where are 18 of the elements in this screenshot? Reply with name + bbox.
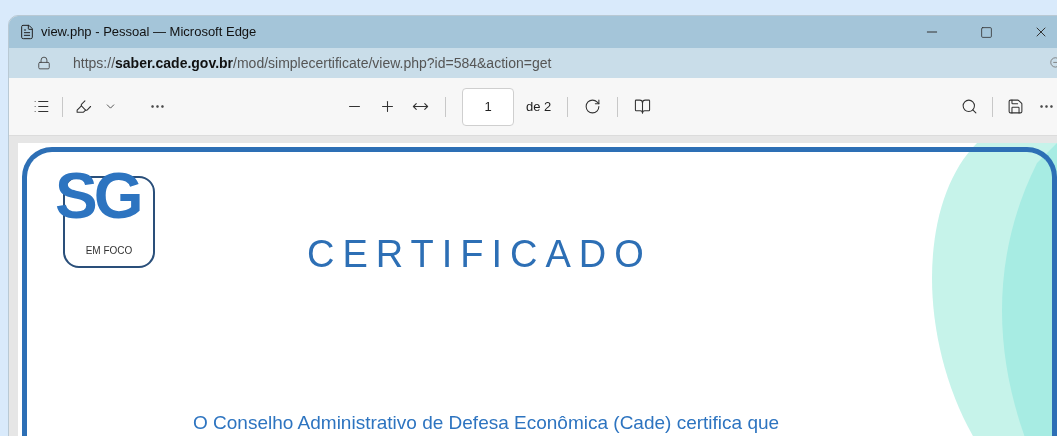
save-icon[interactable] bbox=[1007, 98, 1024, 115]
maximize-button[interactable] bbox=[980, 25, 993, 39]
address-bar[interactable]: https://saber.cade.gov.br/mod/simplecertificate/view.php?id=584&action=get bbox=[9, 48, 1057, 78]
page-number-field[interactable]: 1 bbox=[462, 87, 514, 126]
certificate-title: CERTIFICADO bbox=[307, 232, 652, 277]
certificate-text: O Conselho Administrativo de Defesa Econômica (Cade) certifica que bbox=[193, 410, 781, 435]
page-icon bbox=[19, 24, 35, 40]
logo-tagline: EM FOCO bbox=[85, 244, 133, 258]
window-title: view.php - Pessoal — Microsoft Edge bbox=[41, 23, 257, 42]
lock-icon bbox=[37, 56, 51, 70]
highlighter-icon[interactable] bbox=[75, 98, 92, 115]
page-count: de 2 bbox=[526, 97, 552, 116]
url-text: https://saber.cade.gov.br/mod/simplecertificate/view.php?id=584&action=get bbox=[73, 53, 552, 73]
rotate-icon[interactable] bbox=[584, 98, 602, 115]
zoom-in-button[interactable] bbox=[379, 98, 396, 115]
search-icon[interactable] bbox=[961, 98, 978, 115]
two-page-icon[interactable] bbox=[634, 98, 652, 115]
contents-icon[interactable] bbox=[33, 98, 50, 115]
